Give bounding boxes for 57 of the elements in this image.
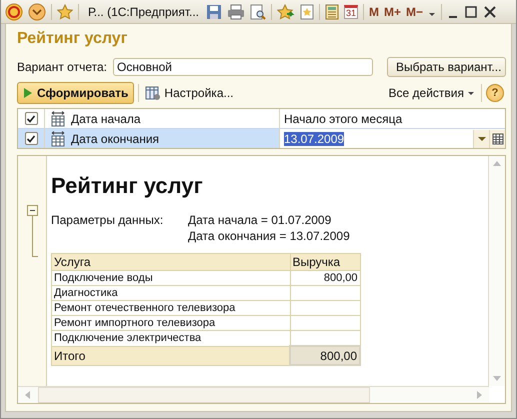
table-cell — [290, 300, 360, 316]
parameter-text: Дата окончания = 13.07.2009 — [188, 229, 350, 243]
caret-icon — [467, 89, 475, 97]
dropdown-button[interactable] — [473, 130, 489, 148]
parameter-name: Дата окончания — [71, 132, 160, 146]
table-cell — [290, 286, 360, 300]
calendar-icon — [50, 110, 66, 126]
memory-button[interactable]: M+ — [384, 4, 402, 18]
form-title: Рейтинг услуг — [17, 30, 128, 49]
parameter-name: Дата начала — [71, 112, 141, 126]
star-page-icon[interactable] — [300, 4, 314, 20]
generate-button[interactable]: Сформировать — [17, 82, 134, 104]
checkbox[interactable] — [24, 112, 38, 125]
table-cell: Диагностика — [52, 286, 290, 300]
choose-variant-button[interactable]: Выбрать вариант... — [387, 57, 506, 77]
table-cell: Ремонт отечественного телевизора — [52, 300, 290, 316]
checkbox[interactable] — [24, 132, 38, 145]
dropdown-icon[interactable] — [28, 2, 46, 20]
table-gear-icon — [145, 85, 162, 101]
parameter-text: Дата начала = 01.07.2009 — [188, 213, 332, 227]
all-actions-button[interactable]: Все действия — [386, 86, 477, 100]
table-cell: Подключение электричества — [52, 330, 290, 346]
settings-button[interactable]: Настройка... — [143, 85, 236, 101]
play-icon — [23, 87, 33, 99]
table-cell: Ремонт импортного телевизора — [52, 316, 290, 330]
total-value: 800,00 — [290, 346, 360, 365]
caret-icon — [478, 136, 486, 142]
variant-field[interactable]: Основной — [113, 58, 373, 76]
column-header: Услуга — [52, 254, 290, 270]
column-header: Выручка — [290, 254, 360, 270]
total-label: Итого — [52, 346, 290, 365]
parameter-row[interactable]: Дата окончания 13.07.2009 — [18, 128, 505, 148]
window-title: Р... (1С:Предприят... — [88, 4, 199, 18]
parameter-value: 13.07.2009 — [284, 132, 344, 146]
memory-button[interactable]: M− — [406, 4, 424, 18]
table-cell: 800,00 — [290, 270, 360, 286]
logo-icon[interactable] — [5, 2, 23, 20]
table-cell: Подключение воды — [52, 270, 290, 286]
save-icon[interactable] — [206, 4, 222, 20]
parameters-label: Параметры данных: — [51, 213, 164, 229]
report-title: Рейтинг услуг — [51, 173, 204, 200]
star-icon[interactable] — [57, 4, 73, 20]
help-button[interactable]: ? — [486, 84, 504, 102]
calendar-icon — [492, 132, 504, 144]
calendar-icon[interactable]: 31 — [344, 4, 358, 18]
print-icon[interactable] — [227, 4, 245, 20]
maximize-icon[interactable] — [464, 4, 478, 20]
close-icon[interactable] — [483, 4, 498, 20]
preview-icon[interactable] — [250, 4, 266, 20]
parameter-value: Начало этого месяца — [284, 112, 402, 126]
variant-label: Вариант отчета: — [17, 60, 107, 74]
table-cell — [290, 316, 360, 330]
calendar-button[interactable] — [489, 130, 505, 148]
collapse-icon[interactable] — [26, 205, 38, 216]
calendar-icon — [50, 130, 66, 146]
star-arrow-icon[interactable] — [277, 4, 295, 20]
memory-button[interactable]: M — [369, 4, 380, 18]
